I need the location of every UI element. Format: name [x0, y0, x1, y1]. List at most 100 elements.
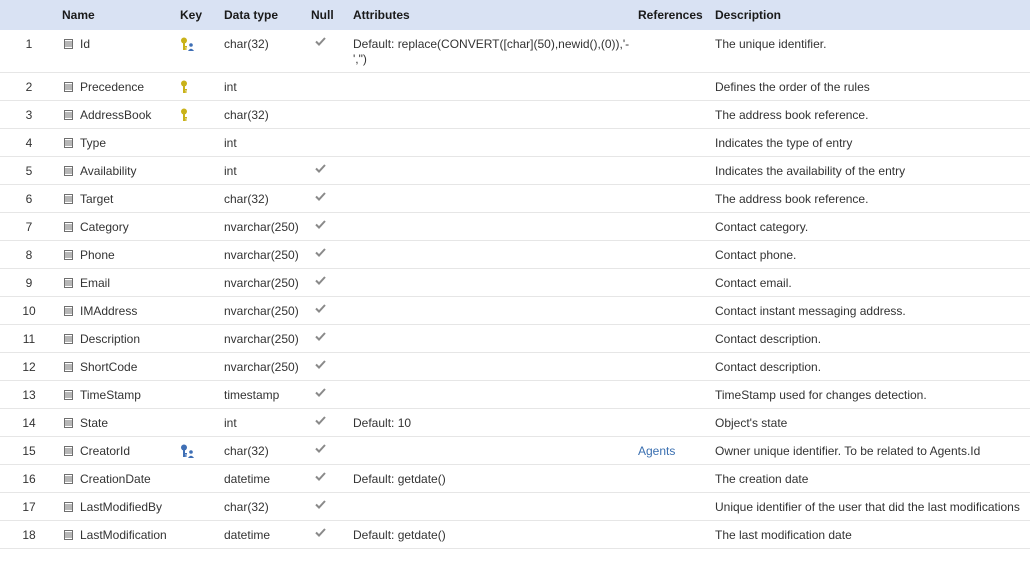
- column-name-wrapper: Description: [62, 332, 172, 347]
- column-name: LastModification: [80, 528, 167, 542]
- data-type-cell: nvarchar(250): [224, 332, 299, 346]
- column-icon: [64, 501, 73, 512]
- data-type-cell: char(32): [224, 500, 269, 514]
- references-cell: [634, 465, 711, 493]
- column-name: Availability: [80, 164, 137, 178]
- references-cell: [634, 30, 711, 73]
- column-name-cell: TimeStamp: [58, 381, 176, 409]
- header-key[interactable]: Key: [176, 0, 220, 30]
- column-name-cell: ShortCode: [58, 353, 176, 381]
- key-cell: [176, 269, 220, 297]
- key-cell: [176, 437, 220, 465]
- description-cell: Contact email.: [715, 276, 792, 290]
- row-number: 15: [22, 444, 36, 458]
- table-row[interactable]: 16 CreationDate datetime Default: getdate()…: [0, 465, 1030, 493]
- reference-link[interactable]: Agents: [638, 444, 675, 458]
- description-cell: Unique identifier of the user that did t…: [715, 500, 1020, 514]
- key-cell: [176, 241, 220, 269]
- column-icon: [64, 305, 73, 316]
- table-body: 1 Id char(32) Default: replace(CONVERT([cha…: [0, 30, 1030, 549]
- attributes-cell: [349, 241, 634, 269]
- column-name-wrapper: State: [62, 416, 172, 431]
- table-row[interactable]: 18 LastModification datetime Default: getda…: [0, 521, 1030, 549]
- null-cell: [307, 353, 349, 381]
- data-type-cell: nvarchar(250): [224, 360, 299, 374]
- attributes-cell: [349, 353, 634, 381]
- column-name-cell: Availability: [58, 157, 176, 185]
- column-icon: [64, 473, 73, 484]
- data-type-cell: char(32): [224, 108, 269, 122]
- row-number: 18: [22, 528, 36, 542]
- row-number: 16: [22, 472, 36, 486]
- table-row[interactable]: 11 Description nvarchar(250) Contact descri…: [0, 325, 1030, 353]
- column-name: AddressBook: [80, 108, 152, 122]
- data-type-cell: nvarchar(250): [224, 276, 299, 290]
- header-references[interactable]: References: [634, 0, 711, 30]
- attributes-cell: [349, 73, 634, 101]
- column-name-wrapper: Type: [62, 136, 172, 151]
- column-icon: [64, 277, 73, 288]
- attributes-cell: Default: replace(CONVERT([char](50),newi…: [353, 37, 630, 66]
- header-name[interactable]: Name: [58, 0, 176, 30]
- data-type-cell: nvarchar(250): [224, 304, 299, 318]
- row-number: 3: [25, 108, 33, 122]
- table-row[interactable]: 15 CreatorId char(32) Agents Owner unique id…: [0, 437, 1030, 465]
- column-icon: [64, 249, 73, 260]
- check-icon: [315, 500, 345, 509]
- null-cell: [307, 325, 349, 353]
- table-row[interactable]: 3 AddressBook char(32) The address book ref…: [0, 101, 1030, 129]
- table-row[interactable]: 4 Type int Indicates the type of entry: [0, 129, 1030, 157]
- null-cell: [307, 213, 349, 241]
- table-row[interactable]: 13 TimeStamp timestamp TimeStamp used for c…: [0, 381, 1030, 409]
- column-name: CreationDate: [80, 472, 151, 486]
- attributes-cell: [349, 269, 634, 297]
- column-name-cell: AddressBook: [58, 101, 176, 129]
- references-cell: [634, 129, 711, 157]
- table-row[interactable]: 12 ShortCode nvarchar(250) Contact descript…: [0, 353, 1030, 381]
- column-name-cell: Phone: [58, 241, 176, 269]
- check-icon: [315, 37, 345, 46]
- table-row[interactable]: 7 Category nvarchar(250) Contact category.: [0, 213, 1030, 241]
- references-cell: [634, 241, 711, 269]
- references-cell: [634, 325, 711, 353]
- row-number: 5: [25, 164, 33, 178]
- table-row[interactable]: 14 State int Default: 10 Object's state: [0, 409, 1030, 437]
- column-name-wrapper: AddressBook: [62, 108, 172, 123]
- primary-foreign-key-icon: [180, 37, 216, 51]
- column-icon: [64, 389, 73, 400]
- key-cell: [176, 325, 220, 353]
- data-type-cell: int: [224, 80, 237, 94]
- description-cell: TimeStamp used for changes detection.: [715, 388, 927, 402]
- table-row[interactable]: 1 Id char(32) Default: replace(CONVERT([cha…: [0, 30, 1030, 73]
- row-number: 12: [22, 360, 36, 374]
- table-row[interactable]: 2 Precedence int Defines the order of the r…: [0, 73, 1030, 101]
- column-name-cell: Description: [58, 325, 176, 353]
- column-icon: [64, 221, 73, 232]
- description-cell: Indicates the availability of the entry: [715, 164, 906, 178]
- references-cell: [634, 101, 711, 129]
- column-name: ShortCode: [80, 360, 138, 374]
- null-cell: [307, 521, 349, 549]
- table-row[interactable]: 9 Email nvarchar(250) Contact email.: [0, 269, 1030, 297]
- table-row[interactable]: 10 IMAddress nvarchar(250) Contact instant …: [0, 297, 1030, 325]
- data-type-cell: datetime: [224, 472, 271, 486]
- column-name: CreatorId: [80, 444, 131, 458]
- column-icon: [64, 333, 73, 344]
- table-row[interactable]: 5 Availability int Indicates the availabili…: [0, 157, 1030, 185]
- column-icon: [64, 529, 73, 540]
- header-description[interactable]: Description: [711, 0, 1030, 30]
- header-attributes[interactable]: Attributes: [349, 0, 634, 30]
- header-null[interactable]: Null: [307, 0, 349, 30]
- data-type-cell: int: [224, 164, 237, 178]
- description-cell: Defines the order of the rules: [715, 80, 870, 94]
- table-row[interactable]: 8 Phone nvarchar(250) Contact phone.: [0, 241, 1030, 269]
- column-name-wrapper: Email: [62, 276, 172, 291]
- table-row[interactable]: 6 Target char(32) The address book referenc…: [0, 185, 1030, 213]
- attributes-cell: Default: getdate(): [353, 528, 446, 542]
- header-data-type[interactable]: Data type: [220, 0, 307, 30]
- column-name: Email: [80, 276, 111, 290]
- table-row[interactable]: 17 LastModifiedBy char(32) Unique identifie…: [0, 493, 1030, 521]
- attributes-cell: [349, 437, 634, 465]
- description-cell: Contact phone.: [715, 248, 797, 262]
- null-cell: [307, 381, 349, 409]
